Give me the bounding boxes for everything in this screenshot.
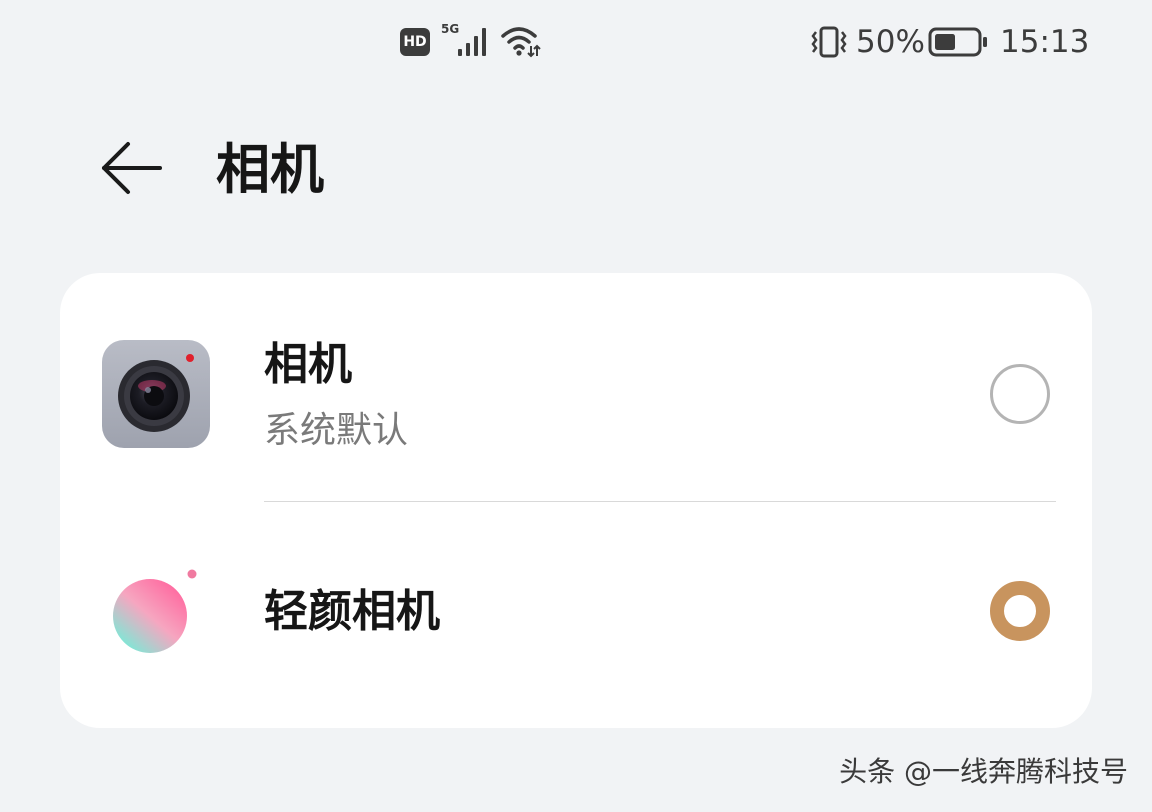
option-beauty-camera[interactable]: 轻颜相机: [60, 501, 1092, 728]
hd-badge: HD: [400, 28, 430, 56]
page-title: 相机: [216, 138, 324, 201]
back-button[interactable]: [92, 128, 172, 208]
beauty-camera-app-icon: [113, 569, 197, 653]
arrow-left-icon: [102, 142, 162, 194]
battery-percent: 50%: [856, 24, 925, 60]
clock: 15:13: [1000, 24, 1090, 60]
radio-unselected[interactable]: [990, 364, 1050, 424]
option-subtitle: 系统默认: [264, 410, 409, 451]
battery-icon: [928, 27, 987, 57]
wifi-icon: [501, 27, 541, 58]
option-title: 相机: [264, 339, 352, 390]
camera-app-icon: [102, 340, 210, 448]
cellular-signal-icon: 5G: [440, 22, 494, 58]
status-bar: HD 5G 50% 15:13: [0, 0, 1152, 84]
vibrate-icon: [811, 26, 847, 58]
watermark: 头条 @一线奔腾科技号: [839, 755, 1128, 788]
default-app-card: 相机 系统默认 轻颜相机: [60, 273, 1092, 728]
option-camera[interactable]: 相机 系统默认: [60, 273, 1092, 501]
option-title: 轻颜相机: [264, 586, 440, 637]
radio-selected[interactable]: [990, 581, 1050, 641]
